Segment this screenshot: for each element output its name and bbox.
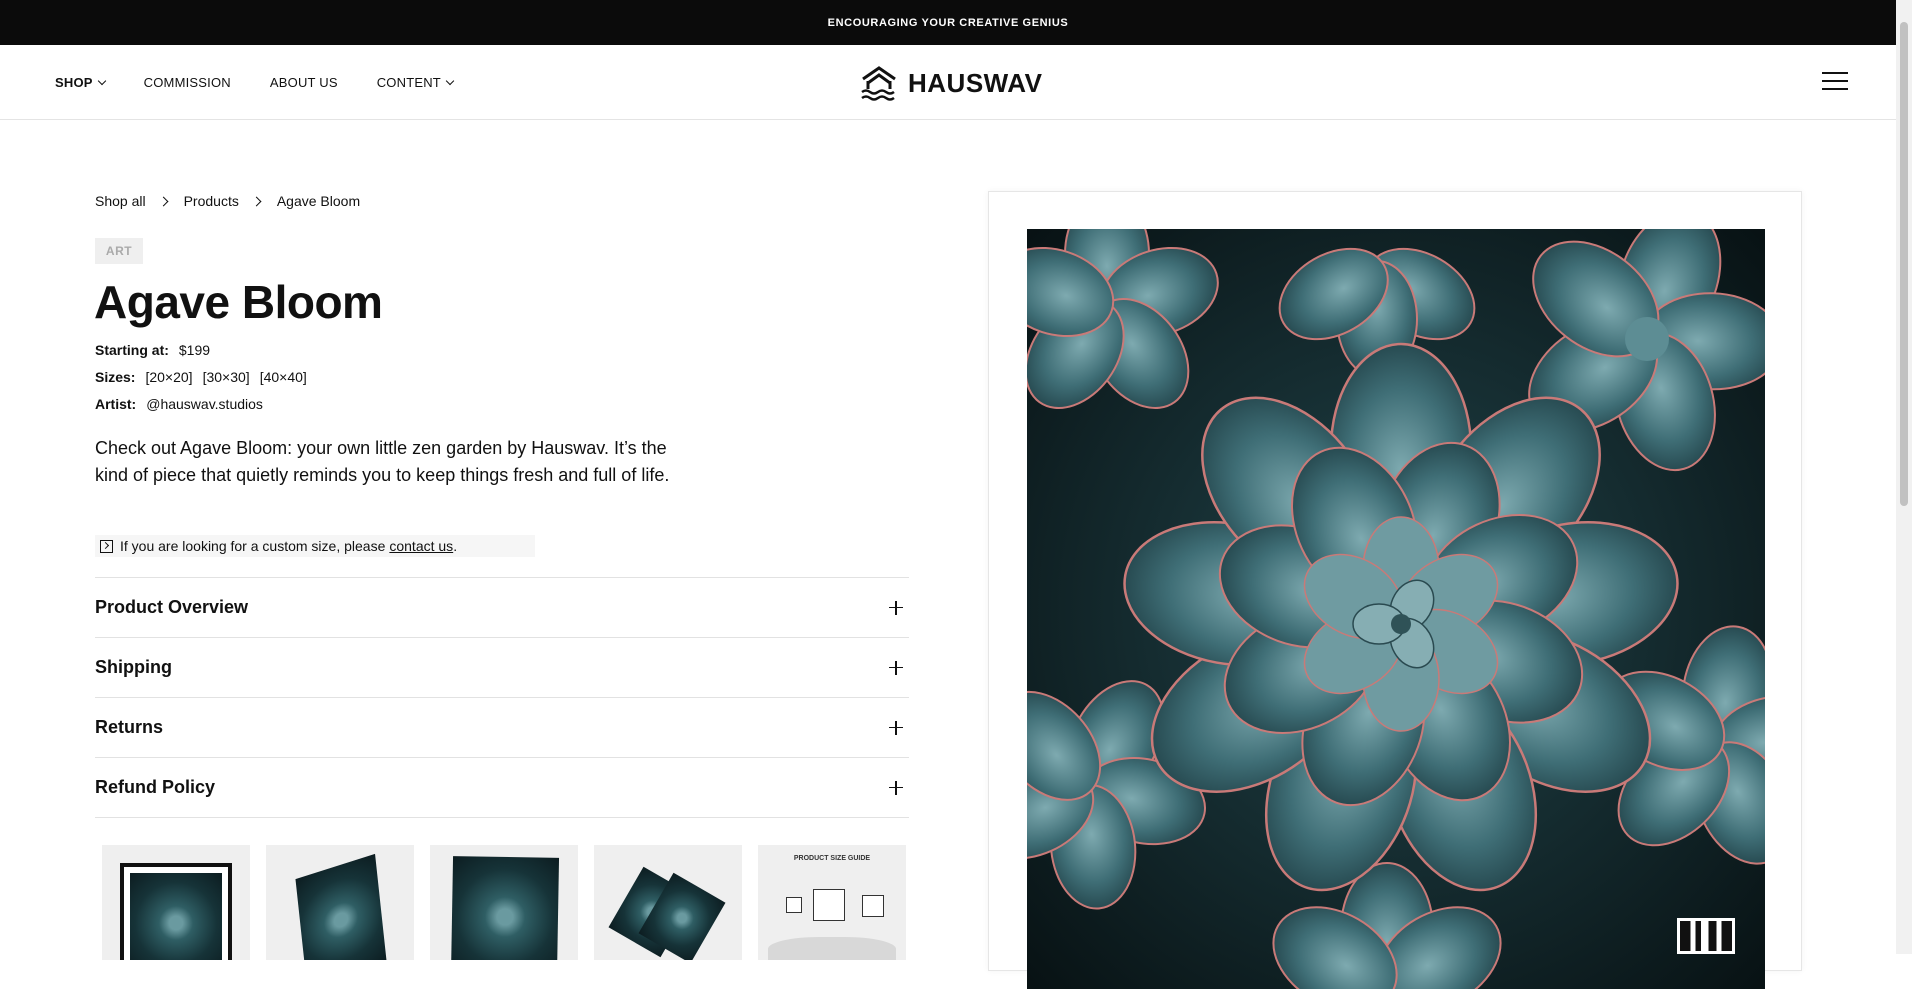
nav-shop[interactable]: SHOP [55,75,106,90]
chevron-right-icon [251,196,262,206]
breadcrumb-current: Agave Bloom [276,193,361,209]
accordion-label: Shipping [95,657,172,677]
menu-icon[interactable] [1822,72,1848,92]
product-image-card [988,191,1802,989]
accordion-returns[interactable]: Returns [95,698,909,758]
chevron-down-icon [445,76,455,85]
size-guide-title: PRODUCT SIZE GUIDE [793,855,871,862]
nav-commission[interactable]: COMMISSION [144,75,231,90]
nav-about-us[interactable]: ABOUT US [270,75,338,90]
main-nav: SHOP COMMISSION ABOUT US CONTENT [55,45,492,120]
nav-commission-label: COMMISSION [143,75,231,90]
artist-row: Artist: @hauswav.studios [95,396,263,412]
nav-content-label: CONTENT [376,75,441,90]
qr-code [1677,918,1735,954]
breadcrumb-products[interactable]: Products [184,193,239,209]
plus-icon [889,780,903,795]
contact-us-link[interactable]: contact us [389,538,453,554]
thumbnail-canvas-angle[interactable] [266,845,414,960]
product-title: Agave Bloom [94,276,383,328]
succulent-artwork [1027,229,1765,989]
size-option[interactable]: [30×30] [203,369,250,385]
product-main-image[interactable] [1027,229,1765,989]
size-option[interactable]: [20×20] [145,369,192,385]
brand-name: HAUSWAV [908,67,1043,98]
product-description: Check out Agave Bloom: your own little z… [95,438,670,485]
breadcrumb: Shop all Products Agave Bloom [95,193,360,209]
accordion-shipping[interactable]: Shipping [95,638,909,698]
thumbnail-canvas-front[interactable] [430,845,578,960]
notice-end: . [453,538,458,554]
custom-size-notice: If you are looking for a custom size, pl… [95,535,535,557]
page-scrollbar[interactable] [1896,0,1912,954]
chevron-right-icon [158,196,169,206]
artist-label: Artist: [95,396,137,412]
sizes-label: Sizes: [95,369,136,385]
announcement-bar: ENCOURAGING YOUR CREATIVE GENIUS [0,0,1896,45]
price-label: Starting at: [95,342,169,358]
artist-handle[interactable]: @hauswav.studios [146,396,263,412]
notice-text: If you are looking for a custom size, pl… [120,538,386,554]
price-row: Starting at: $199 [95,342,210,358]
accordion-product-overview[interactable]: Product Overview [95,578,909,638]
product-accordion: Product Overview Shipping Returns Refund… [95,577,909,818]
price-value: $199 [178,342,211,358]
external-link-icon [100,539,113,553]
brand-logo[interactable]: HAUSWAV [860,63,1042,103]
thumbnail-gallery: PRODUCT SIZE GUIDE [102,845,906,960]
nav-about-label: ABOUT US [269,75,338,90]
category-tag: ART [95,238,143,264]
thumbnail-size-guide[interactable]: PRODUCT SIZE GUIDE [758,845,906,960]
plus-icon [889,720,903,735]
accordion-refund-policy[interactable]: Refund Policy [95,758,909,818]
breadcrumb-shop-all[interactable]: Shop all [95,193,146,209]
plus-icon [889,660,903,675]
size-option[interactable]: [40×40] [260,369,307,385]
house-wave-icon [861,66,896,101]
plus-icon [889,600,903,615]
accordion-label: Refund Policy [95,777,216,797]
thumbnail-cards[interactable] [594,845,742,960]
thumbnail-framed[interactable] [102,845,250,960]
announcement-text: ENCOURAGING YOUR CREATIVE GENIUS [827,16,1069,29]
accordion-label: Product Overview [95,597,249,617]
chevron-down-icon [97,76,106,85]
scrollbar-thumb[interactable] [1900,22,1908,506]
accordion-label: Returns [95,717,164,737]
nav-content[interactable]: CONTENT [376,75,455,90]
nav-shop-label: SHOP [55,75,93,90]
sizes-row: Sizes: [20×20] [30×30] [40×40] [95,369,317,385]
site-header: SHOP COMMISSION ABOUT US CONTENT HAUSWAV [0,45,1896,120]
